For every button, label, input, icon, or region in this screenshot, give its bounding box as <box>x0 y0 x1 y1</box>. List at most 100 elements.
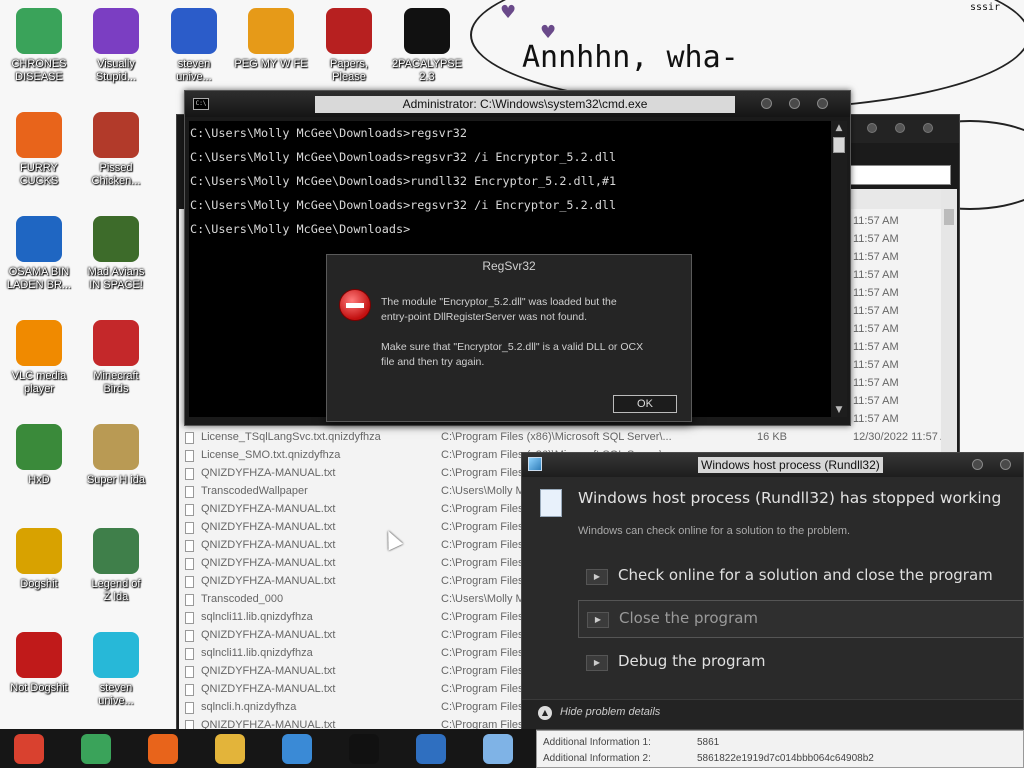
taskbar-button[interactable] <box>335 731 393 766</box>
file-name: QNIZDYFHZA-MANUAL.txt <box>201 467 336 479</box>
crash-titlebar[interactable]: Windows host process (Rundll32) <box>522 453 1023 477</box>
file-icon <box>185 504 194 516</box>
file-icon <box>185 558 194 570</box>
file-row[interactable]: License_TSqlLangSvc.txt.qnizdyfhza C:\Pro… <box>179 429 941 447</box>
angry-birds-seasons-icon <box>93 112 139 158</box>
file-name: QNIZDYFHZA-MANUAL.txt <box>201 575 336 587</box>
file-modified-time: 11:57 AM <box>853 341 899 353</box>
file-icon <box>185 522 194 534</box>
desktop-icon-label: Dogshit <box>20 578 58 590</box>
arrow-right-icon: ▶ <box>586 569 608 585</box>
file-explorer-icon <box>215 733 245 764</box>
desktop-icon-label: Visually Stupid... <box>95 58 137 83</box>
desktop-icon[interactable]: Papers, Please <box>310 0 388 98</box>
minimize-button[interactable] <box>761 98 772 109</box>
desktop-icon[interactable]: FURRY CUCKS <box>0 104 78 202</box>
taskbar-button[interactable] <box>268 731 326 766</box>
file-icon <box>185 468 194 480</box>
pixel-character-icon <box>93 424 139 470</box>
wallpaper-speech-text: Annhhn, wha- <box>522 40 739 75</box>
desktop-icon[interactable]: steven unive... <box>77 624 155 722</box>
console-line: C:\Users\Molly McGee\Downloads>regsvr32 … <box>190 198 617 212</box>
desktop-icon-label: VLC media player <box>11 370 67 395</box>
desktop-icon[interactable]: steven unive... <box>155 0 233 98</box>
obama-logo-icon <box>16 216 62 262</box>
desktop-icon[interactable]: OSAMA BIN LADEN BR... <box>0 208 78 306</box>
close-button[interactable] <box>923 123 933 133</box>
console-line: C:\Users\Molly McGee\Downloads>rundll32 … <box>190 174 617 188</box>
cmd-titlebar[interactable]: C:\ Administrator: C:\Windows\system32\c… <box>185 91 850 117</box>
dialog-title: RegSvr32 <box>482 259 536 273</box>
scroll-down-arrow-icon[interactable]: ▼ <box>832 403 846 417</box>
taskbar-button[interactable] <box>201 731 259 766</box>
file-icon <box>185 594 194 606</box>
notepad-pencil-icon <box>416 733 446 764</box>
desktop-icon[interactable]: Not Dogshit <box>0 624 78 722</box>
ok-button[interactable]: OK <box>613 395 677 413</box>
file-icon <box>185 432 194 444</box>
file-name: QNIZDYFHZA-MANUAL.txt <box>201 629 336 641</box>
desktop-icon[interactable]: Visually Stupid... <box>77 0 155 98</box>
cmd-icon <box>349 733 379 764</box>
taskbar-button[interactable] <box>469 731 527 766</box>
taskbar-button[interactable] <box>0 731 58 766</box>
taskbar-button[interactable] <box>402 731 460 766</box>
desktop-icon[interactable]: Super H ida <box>77 416 155 514</box>
console-line: C:\Users\Molly McGee\Downloads>regsvr32 … <box>190 150 617 164</box>
scrollbar-thumb[interactable] <box>944 209 954 225</box>
desktop-icon[interactable]: Minecraft Birds <box>77 312 155 410</box>
debug-program-option[interactable]: ▶ Debug the program <box>578 644 1023 682</box>
desktop-icon[interactable]: VLC media player <box>0 312 78 410</box>
wallpaper-heart-icon: ♥ <box>500 2 517 23</box>
file-modified-time: 11:57 AM <box>853 395 899 407</box>
desktop-icon-label: PEG MY W FE <box>234 58 308 70</box>
file-date: 12/30/2022 11:57 AM <box>853 431 941 443</box>
desktop-icon-label: 2PACALYPSE 2.3 <box>392 58 462 83</box>
taskbar-button[interactable] <box>134 731 192 766</box>
taskbar-button[interactable] <box>67 731 125 766</box>
scrollbar-thumb[interactable] <box>833 137 845 153</box>
rundll32-crash-dialog: Windows host process (Rundll32) Windows … <box>521 452 1024 730</box>
file-name: QNIZDYFHZA-MANUAL.txt <box>201 683 336 695</box>
notepad-icon <box>483 733 513 764</box>
explorer-column-header[interactable] <box>849 189 951 209</box>
console-line: C:\Users\Molly McGee\Downloads>regsvr32 <box>190 126 467 140</box>
close-program-option[interactable]: ▶ Close the program <box>578 600 1023 638</box>
dialog-message-line: Make sure that "Encryptor_5.2.dll" is a … <box>381 341 644 353</box>
peggle-icon <box>248 8 294 54</box>
desktop-icon[interactable]: PEG MY W FE <box>232 0 310 98</box>
desktop-icon[interactable]: 2PACALYPSE 2.3 <box>388 0 466 98</box>
file-name: sqlncli.h.qnizdyfhza <box>201 701 297 713</box>
desktop-icon[interactable]: Mad Avians IN SPACE! <box>77 208 155 306</box>
check-online-option[interactable]: ▶ Check online for a solution and close … <box>578 558 1023 596</box>
explorer-search-field[interactable] <box>849 165 951 185</box>
file-icon <box>185 450 194 462</box>
close-button[interactable] <box>1000 459 1011 470</box>
crash-window-title: Windows host process (Rundll32) <box>698 457 883 473</box>
file-modified-time: 11:57 AM <box>853 359 899 371</box>
hide-problem-details-toggle[interactable]: ▲ Hide problem details <box>522 699 1023 729</box>
minimize-button[interactable] <box>867 123 877 133</box>
desktop-icon[interactable]: CHRONES DISEASE <box>0 0 78 98</box>
maximize-button[interactable] <box>789 98 800 109</box>
desktop-icon[interactable]: Dogshit <box>0 520 78 618</box>
chrome-icon <box>81 733 111 764</box>
taskbar <box>0 729 536 768</box>
console-scrollbar[interactable]: ▲ ▼ <box>831 121 847 417</box>
desktop-icon[interactable]: Legend of Z lda <box>77 520 155 618</box>
file-icon <box>185 540 194 552</box>
desktop-icon[interactable]: Pissed Chicken... <box>77 104 155 202</box>
file-icon <box>185 684 194 696</box>
regsvr32-dialog: RegSvr32 The module "Encryptor_5.2.dll" … <box>326 254 692 422</box>
firefox-icon <box>16 112 62 158</box>
two-icon <box>171 8 217 54</box>
maximize-button[interactable] <box>895 123 905 133</box>
desktop-icon-label: OSAMA BIN LADEN BR... <box>6 266 72 291</box>
scroll-up-arrow-icon[interactable]: ▲ <box>832 121 846 135</box>
close-button[interactable] <box>817 98 828 109</box>
document-icon <box>540 489 562 517</box>
desktop-icon[interactable]: HxD <box>0 416 78 514</box>
minimize-button[interactable] <box>972 459 983 470</box>
terminal-icon <box>404 8 450 54</box>
arrow-right-icon: ▶ <box>586 655 608 671</box>
